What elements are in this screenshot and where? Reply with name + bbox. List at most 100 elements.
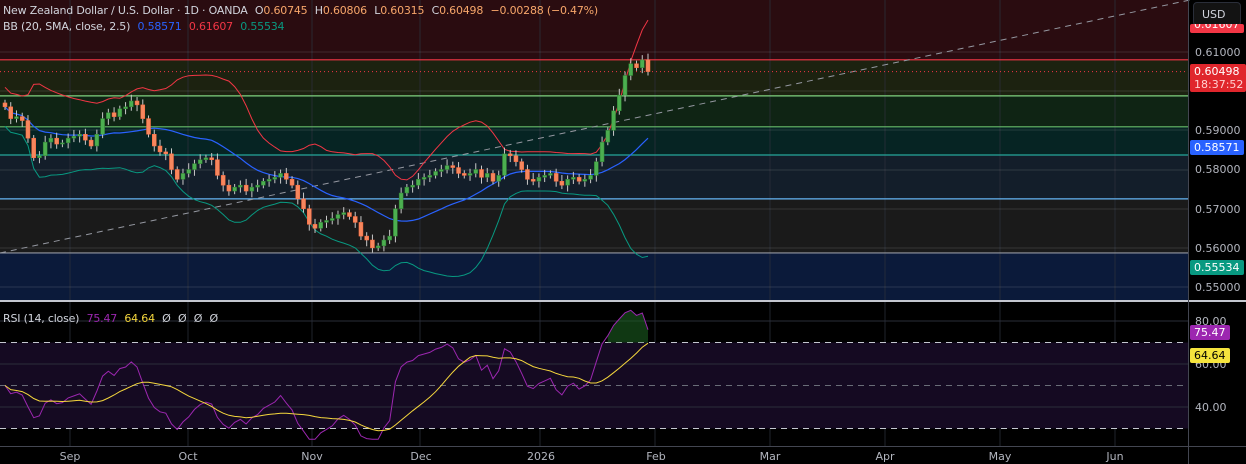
- candle-body: [502, 153, 507, 176]
- candle-body: [462, 173, 467, 176]
- candle-body: [289, 179, 295, 186]
- candle-body: [48, 137, 54, 143]
- price-tick: 0.59000: [1195, 124, 1241, 137]
- candle-body: [94, 134, 100, 147]
- candle-body: [645, 59, 651, 72]
- candle-body: [111, 112, 117, 117]
- time-tick: 2026: [527, 450, 555, 463]
- candle-body: [174, 169, 180, 180]
- price-zone: [0, 198, 1188, 253]
- candle-body: [427, 175, 433, 178]
- bb-upper-tag: 0.61607: [1190, 24, 1244, 33]
- rsi-extra: Ø: [193, 312, 203, 325]
- price-zone: [0, 59, 1188, 96]
- candle-body: [582, 179, 588, 182]
- change-value: −0.00288 (−0.47%): [490, 4, 598, 17]
- candle-body: [387, 235, 392, 241]
- candle-body: [530, 179, 536, 182]
- candle-body: [404, 186, 410, 194]
- rsi-overbought-fill: [607, 310, 648, 343]
- candle-body: [266, 179, 272, 182]
- candle-body: [341, 212, 346, 215]
- candle-body: [243, 184, 249, 192]
- candle-body: [77, 134, 82, 137]
- pane-divider: [0, 300, 1246, 302]
- candle-body: [588, 175, 593, 180]
- bb-lower-value: 0.55534: [240, 20, 285, 33]
- time-tick: Apr: [875, 450, 895, 463]
- bb-lower-tag: 0.55534: [1190, 260, 1244, 275]
- rsi-ma-value: 64.64: [124, 312, 155, 325]
- candle-body: [186, 169, 191, 174]
- price-tick: 0.58000: [1195, 163, 1241, 176]
- candle-body: [594, 161, 599, 176]
- candle-body: [433, 171, 438, 176]
- candle-body: [25, 120, 31, 139]
- time-tick: Mar: [759, 450, 781, 463]
- candle-body: [197, 159, 203, 164]
- candle-body: [255, 184, 260, 188]
- candle-body: [146, 118, 151, 135]
- candle-body: [209, 157, 214, 160]
- currency-button[interactable]: USD: [1193, 2, 1241, 26]
- candle-body: [278, 173, 283, 178]
- price-zone: [0, 95, 1188, 127]
- candle-body: [106, 112, 111, 119]
- candle-body: [123, 106, 128, 110]
- rsi-legend[interactable]: RSI (14, close) 75.47 64.64 Ø Ø Ø Ø: [3, 312, 222, 325]
- candle-body: [490, 173, 496, 182]
- candle-body: [65, 137, 71, 144]
- candle-body: [364, 235, 369, 241]
- candle-body: [215, 159, 220, 176]
- candle-body: [559, 181, 565, 186]
- time-tick: May: [988, 450, 1012, 463]
- candle-body: [536, 177, 542, 182]
- candle-body: [605, 130, 611, 143]
- candle-body: [301, 198, 306, 209]
- candle-body: [232, 186, 237, 192]
- candle-body: [553, 173, 559, 182]
- candle-body: [393, 208, 398, 237]
- candle-body: [473, 169, 479, 174]
- symbol-title: New Zealand Dollar / U.S. Dollar · 1D · …: [3, 4, 248, 17]
- candle-body: [617, 94, 622, 112]
- bb-title: BB (20, SMA, close, 2.5): [3, 20, 131, 33]
- candle-body: [439, 169, 444, 172]
- candle-body: [525, 169, 530, 180]
- chart-canvas[interactable]: [0, 0, 1246, 464]
- candle-body: [169, 153, 174, 170]
- candle-body: [496, 175, 501, 182]
- time-tick: Jun: [1106, 450, 1124, 463]
- candle-body: [634, 63, 639, 68]
- time-tick: Feb: [646, 450, 666, 463]
- candle-body: [88, 139, 94, 147]
- candle-body: [249, 186, 255, 192]
- time-tick: Dec: [410, 450, 432, 463]
- candle-body: [347, 212, 352, 217]
- candle-body: [398, 192, 404, 209]
- candle-body: [307, 208, 312, 225]
- candle-body: [312, 224, 318, 229]
- candle-body: [479, 169, 484, 178]
- rsi-extra: Ø: [209, 312, 218, 325]
- price-tick: 0.57000: [1195, 203, 1241, 216]
- bb-upper-value: 0.61607: [188, 20, 233, 33]
- candle-body: [324, 220, 329, 223]
- candle-body: [71, 135, 77, 139]
- bb-legend[interactable]: BB (20, SMA, close, 2.5) 0.58571 0.61607…: [3, 20, 288, 33]
- candle-body: [261, 181, 266, 186]
- candle-body: [2, 102, 8, 108]
- candle-body: [295, 184, 301, 200]
- candle-body: [456, 167, 461, 174]
- candle-body: [628, 63, 634, 76]
- candle-body: [622, 75, 628, 96]
- last-price-tag: 0.60498 18:37:52: [1190, 64, 1246, 92]
- price-tick: 0.55000: [1195, 281, 1241, 294]
- candle-body: [381, 239, 387, 247]
- rsi-tick: 40.00: [1195, 401, 1227, 414]
- candle-body: [238, 184, 243, 188]
- rsi-extra: Ø: [162, 312, 171, 325]
- bar-countdown: 18:37:52: [1194, 78, 1244, 91]
- candle-body: [157, 145, 163, 153]
- candle-body: [272, 177, 278, 180]
